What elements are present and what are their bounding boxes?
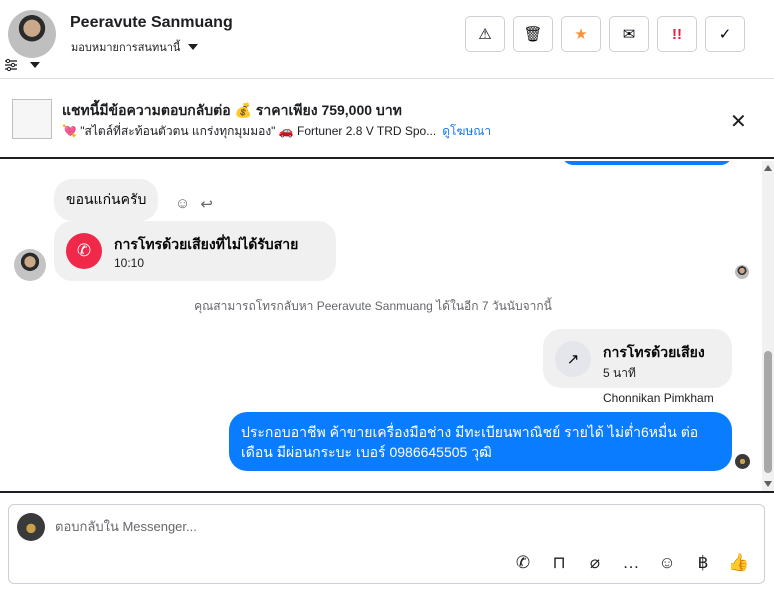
saved-replies-icon[interactable]: … (620, 553, 642, 573)
contact-avatar[interactable] (8, 10, 56, 58)
outgoing-call-title: การโทรด้วยเสียง (603, 344, 705, 360)
trash-icon: 🗑 (523, 26, 543, 43)
messenger-inbox-panel: Peeravute Sanmuang มอบหมายการสนทนานี้ ⚠ … (0, 0, 774, 592)
contact-name[interactable]: Peeravute Sanmuang (70, 14, 233, 32)
missed-call-time: 10:10 (114, 256, 145, 270)
phone-icon[interactable]: ✆ (512, 553, 534, 573)
ad-title: แชทนี้มีข้อความตอบกลับต่อ 💰 ราคาเพียง 75… (62, 102, 402, 118)
outgoing-call-icon: ↗ (555, 341, 591, 377)
shopping-bag-icon[interactable]: ⊓ (548, 553, 570, 573)
message-tools: ☺ ↩ (175, 195, 213, 213)
reply-icon[interactable]: ↩ (200, 195, 213, 213)
callback-notice: คุณสามารถโทรกลับหา Peeravute Sanmuang ได… (194, 299, 552, 313)
outgoing-call-card[interactable]: ↗ การโทรด้วยเสียง 5 นาที (543, 329, 732, 388)
chevron-down-icon (30, 62, 40, 68)
warning-icon: ⚠ (478, 26, 492, 43)
ad-thumbnail (12, 99, 52, 139)
view-ad-link[interactable]: ดูโฆษณา (442, 124, 491, 138)
double-exclamation-icon: !! (672, 25, 682, 43)
outgoing-message[interactable]: ประกอบอาชีพ ค้าขายเครื่องมือช่าง มีทะเบี… (229, 412, 732, 471)
page-avatar (17, 513, 45, 541)
conversation-header: Peeravute Sanmuang มอบหมายการสนทนานี้ ⚠ … (0, 0, 774, 79)
reply-composer: ✆ ⊓ ⌀ … ☺ ฿ 👍 (8, 504, 765, 584)
missed-call-title: การโทรด้วยเสียงที่ไม่ได้รับสาย (114, 236, 299, 252)
thumbs-up-icon[interactable]: 👍 (728, 553, 750, 573)
assign-label: มอบหมายการสนทนานี้ (71, 42, 181, 54)
seen-indicator-avatar (735, 454, 750, 469)
header-action-bar: ⚠ 🗑 ★ ✉ !! ✓ (465, 16, 745, 52)
reply-input[interactable] (55, 519, 655, 534)
sliders-icon (5, 58, 17, 72)
incoming-message[interactable]: ขอนแก่นครับ (54, 179, 159, 221)
mark-spam-button[interactable]: ⚠ (465, 16, 505, 52)
react-icon[interactable]: ☺ (175, 195, 190, 213)
outgoing-call-duration: 5 นาที (603, 366, 636, 380)
previous-outgoing-bubble (562, 161, 732, 165)
scroll-thumb[interactable] (764, 351, 772, 473)
composer-toolbar: ✆ ⊓ ⌀ … ☺ ฿ 👍 (512, 553, 750, 573)
thread-scrollbar[interactable] (762, 161, 774, 491)
mark-done-button[interactable]: ✓ (705, 16, 745, 52)
missed-call-card[interactable]: ✆ การโทรด้วยเสียงที่ไม่ได้รับสาย 10:10 (54, 221, 336, 281)
delete-button[interactable]: 🗑 (513, 16, 553, 52)
message-thread[interactable]: ขอนแก่นครับ ☺ ↩ ✆ การโทรด้วยเสียงที่ไม่ไ… (0, 161, 774, 491)
star-icon: ★ (574, 26, 588, 43)
ad-description: 💘 "สไตล์ที่สะท้อนตัวตน แกร่งทุกมุมมอง" 🚗… (62, 124, 437, 138)
scroll-up-arrow-icon[interactable] (764, 165, 772, 171)
check-icon: ✓ (718, 26, 732, 43)
missed-call-icon: ✆ (66, 233, 102, 269)
filter-control[interactable] (4, 58, 40, 72)
ad-subtitle: 💘 "สไตล์ที่สะท้อนตัวตน แกร่งทุกมุมมอง" 🚗… (62, 122, 491, 141)
star-button[interactable]: ★ (561, 16, 601, 52)
ad-context-banner: แชทนี้มีข้อความตอบกลับต่อ 💰 ราคาเพียง 75… (0, 79, 774, 159)
close-icon[interactable]: ✕ (730, 109, 747, 134)
assign-conversation-dropdown[interactable]: มอบหมายการสนทนานี้ (71, 38, 199, 56)
contact-avatar-small (14, 249, 46, 281)
attachment-icon[interactable]: ⌀ (584, 553, 606, 573)
seen-indicator-avatar (735, 265, 749, 279)
follow-up-button[interactable]: !! (657, 16, 697, 52)
mark-unread-button[interactable]: ✉ (609, 16, 649, 52)
chevron-down-icon (188, 44, 199, 50)
emoji-icon[interactable]: ☺ (656, 553, 678, 573)
sender-name: Chonnikan Pimkham (603, 391, 714, 405)
payment-icon[interactable]: ฿ (692, 553, 714, 573)
scroll-down-arrow-icon[interactable] (764, 481, 772, 487)
mail-icon: ✉ (622, 26, 636, 43)
composer-divider (0, 491, 774, 493)
